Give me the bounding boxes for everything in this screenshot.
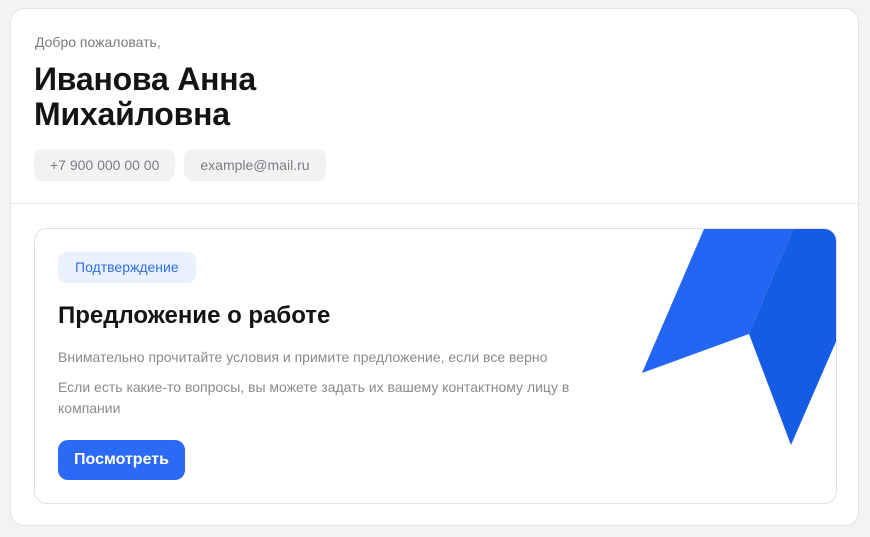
user-full-name: Иванова Анна Михайловна (34, 61, 257, 132)
email-chip: example@mail.ru (184, 149, 326, 181)
profile-card: Добро пожаловать, Иванова Анна Михайловн… (10, 8, 859, 526)
offer-title: Предложение о работе (58, 302, 331, 329)
job-offer-card: Подтверждение Предложение о работе Внима… (34, 228, 837, 504)
status-badge: Подтверждение (58, 252, 196, 283)
offer-description-primary: Внимательно прочитайте условия и примите… (58, 349, 548, 365)
greeting-text: Добро пожаловать, (35, 34, 161, 50)
section-divider (11, 203, 858, 204)
view-offer-button[interactable]: Посмотреть (58, 440, 185, 480)
phone-chip: +7 900 000 00 00 (34, 149, 176, 181)
offer-description-secondary: Если есть какие-то вопросы, вы можете за… (58, 379, 570, 416)
contact-chips: +7 900 000 00 00 example@mail.ru (34, 149, 326, 181)
